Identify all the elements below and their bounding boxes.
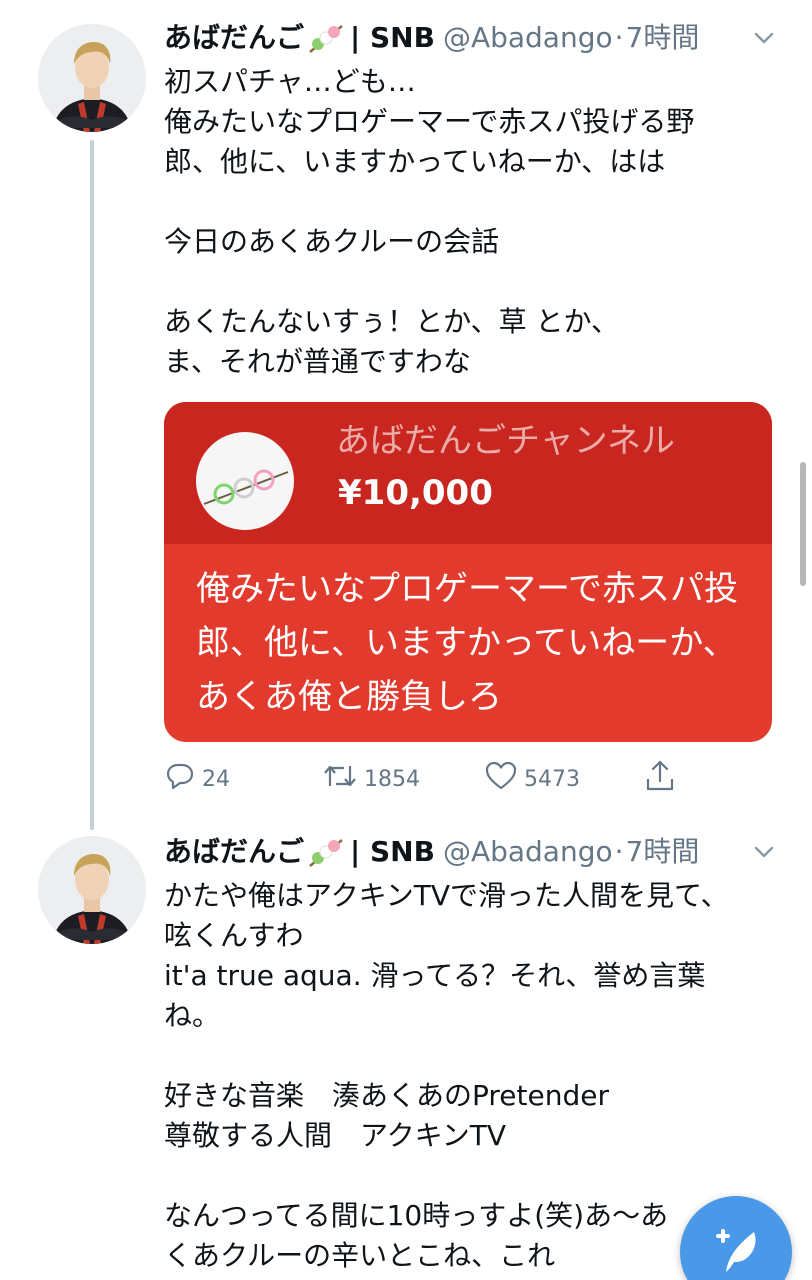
tweet-text-line: ね。 — [164, 999, 221, 1032]
chevron-down-icon[interactable] — [750, 24, 778, 52]
tweet-text: かたや俺はアクキンTVで滑った人間を見て、 呟くんすわ it'a true aq… — [164, 876, 784, 1276]
tweet-text-blank-line — [164, 1156, 784, 1196]
superchat-message-line: 俺みたいなプロゲーマーで赤スパ投 — [196, 569, 738, 609]
superchat-message: 俺みたいなプロゲーマーで赤スパ投 郎、他に、いますかっていねーか、 あくあ俺と勝… — [196, 562, 772, 724]
reply-count: 24 — [202, 766, 230, 792]
tweet-text-line: あくたんないすぅ！とか、草 とか、 — [164, 305, 619, 338]
superchat-message-line: 郎、他に、いますかっていねーか、 — [196, 623, 737, 663]
avatar[interactable] — [38, 24, 146, 132]
tweet-text-line: ま、それが普通ですわな — [164, 345, 471, 378]
retweet-count: 1854 — [364, 766, 420, 792]
tweet-text-line: かたや俺はアクキンTVで滑った人間を見て、 — [164, 879, 729, 912]
thread-connector-line — [90, 140, 94, 830]
tweet-text-line: 尊敬する人間 アクキンTV — [164, 1119, 507, 1152]
separator-dot: · — [614, 21, 624, 54]
tweet-timestamp[interactable]: 7時間 — [626, 18, 700, 58]
dango-emoji-icon — [306, 20, 346, 56]
channel-icon — [196, 432, 294, 530]
heart-icon — [484, 760, 524, 798]
superchat-channel-name: あばだんごチャンネル — [336, 421, 675, 461]
dango-emoji-icon — [306, 834, 346, 870]
superchat-image[interactable]: あばだんごチャンネル ¥10,000 俺みたいなプロゲーマーで赤スパ投 郎、他に… — [164, 402, 772, 742]
retweet-icon — [322, 760, 364, 798]
tweet-text-line: 好きな音楽 湊あくあのPretender — [164, 1079, 609, 1112]
tweet-text-blank-line — [164, 182, 784, 222]
tweet-text-line: 今日のあくあクルーの会話 — [164, 225, 500, 258]
superchat-amount: ¥10,000 — [338, 473, 493, 513]
like-count: 5473 — [524, 766, 580, 792]
chevron-down-icon[interactable] — [750, 838, 778, 866]
user-handle[interactable]: @Abadango — [443, 18, 613, 58]
reply-icon — [164, 760, 202, 798]
tweet-text-line: 郎、他に、いますかっていねーか、はは — [164, 145, 666, 178]
scrollbar[interactable] — [800, 462, 806, 586]
tweet-text-blank-line — [164, 1036, 784, 1076]
tweet-text-line: 俺みたいなプロゲーマーで赤スパ投げる野 — [164, 105, 695, 138]
tweet-text-line: it'a true aqua. 滑ってる？それ、誉め言葉 — [164, 959, 706, 992]
retweet-button[interactable]: 1854 — [322, 758, 420, 800]
avatar[interactable] — [38, 836, 146, 944]
separator-dot: · — [614, 835, 624, 868]
tweet-text-line: 呟くんすわ — [164, 919, 304, 952]
tweet-timestamp[interactable]: 7時間 — [626, 832, 700, 872]
tweet-header: あばだんご | SNB @Abadango · 7時間 — [164, 832, 772, 872]
share-button[interactable] — [644, 758, 682, 800]
display-name[interactable]: あばだんご — [164, 832, 304, 872]
user-handle[interactable]: @Abadango — [443, 832, 613, 872]
display-name[interactable]: あばだんご — [164, 18, 304, 58]
superchat-message-line: あくあ俺と勝負しろ — [196, 677, 502, 717]
tweet-text-blank-line — [164, 262, 784, 302]
display-name-suffix: | SNB — [350, 21, 435, 54]
tweet-actions: 24 1854 5473 — [164, 758, 724, 800]
tweet-text: 初スパチャ…ども… 俺みたいなプロゲーマーで赤スパ投げる野 郎、他に、いますかっ… — [164, 62, 784, 382]
display-name-suffix: | SNB — [350, 835, 435, 868]
tweet-text-line: 初スパチャ…ども… — [164, 65, 416, 98]
tweet-header: あばだんご | SNB @Abadango · 7時間 — [164, 18, 772, 58]
reply-button[interactable]: 24 — [164, 758, 230, 800]
share-icon — [644, 759, 682, 799]
like-button[interactable]: 5473 — [484, 758, 580, 800]
